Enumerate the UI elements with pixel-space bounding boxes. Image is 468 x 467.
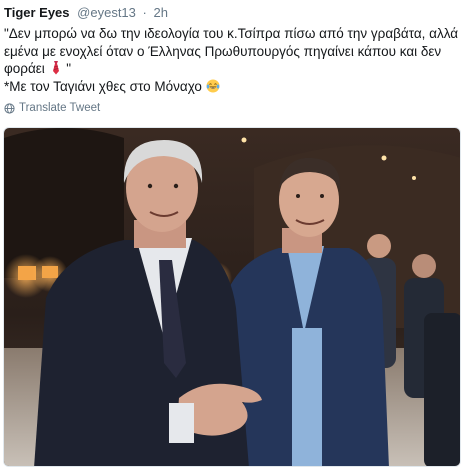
lamp xyxy=(42,266,58,278)
photo-illustration xyxy=(4,128,460,466)
user-handle[interactable]: @eyest13 xyxy=(77,5,136,20)
tweet-header: Tiger Eyes @eyest13 · 2h xyxy=(4,5,168,21)
translate-tweet-link[interactable]: Translate Tweet xyxy=(4,101,100,115)
tweet-text-line: φοράει " xyxy=(4,60,459,78)
tweet-text-fragment: φοράει xyxy=(4,61,45,76)
separator-dot: · xyxy=(142,5,147,20)
globe-icon xyxy=(4,102,15,114)
tweet-text-fragment: " xyxy=(62,61,72,76)
man-dark-eye xyxy=(147,183,153,189)
tweet-photo[interactable] xyxy=(3,127,461,467)
tweet-timestamp[interactable]: 2h xyxy=(153,5,167,20)
tweet-text-line: "Δεν μπορώ να δω την ιδεολογία του κ.Τσί… xyxy=(4,26,459,41)
translate-tweet-label: Translate Tweet xyxy=(19,102,101,114)
background-person-head xyxy=(367,234,391,258)
tweet-text: "Δεν μπορώ να δω την ιδεολογία του κ.Τσί… xyxy=(4,25,459,95)
ceiling-light xyxy=(412,176,416,180)
necktie-emoji-icon xyxy=(52,61,59,75)
tweet[interactable]: Tiger Eyes @eyest13 · 2h "Δεν μπορώ να δ… xyxy=(0,0,468,467)
man-dark-eye xyxy=(173,183,179,189)
tweet-text-line: εμένα με ενοχλεί όταν ο Έλληνας Πρωθυπου… xyxy=(4,43,442,59)
ceiling-light xyxy=(381,155,387,161)
tweet-text-line: *Με τον Ταγιάνι χθες στο Μόναχο xyxy=(4,78,459,96)
background-person-head xyxy=(412,254,436,278)
laughing-tears-emoji-icon xyxy=(206,79,220,92)
background-person xyxy=(424,313,460,466)
ceiling-light xyxy=(241,137,247,143)
tweet-text-fragment: *Με τον Ταγιάνι χθες στο Μόναχο xyxy=(4,78,202,94)
man-blue-eye xyxy=(320,194,324,198)
man-blue-shirt xyxy=(292,328,322,466)
shirt-cuff xyxy=(169,403,194,443)
man-blue-eye xyxy=(296,194,300,198)
display-name[interactable]: Tiger Eyes xyxy=(4,5,70,20)
